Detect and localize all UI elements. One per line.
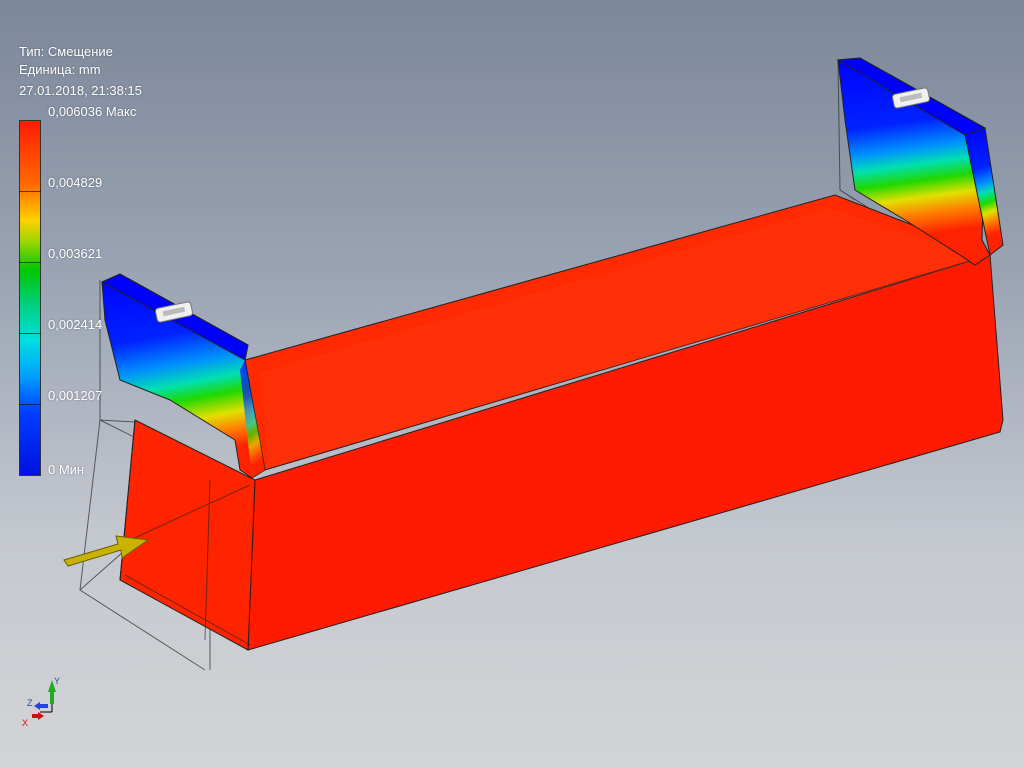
x-axis-label: X — [22, 718, 28, 728]
result-type-label: Тип: Смещение — [19, 44, 113, 59]
scale-label-min: 0 Мин — [48, 462, 85, 477]
scale-tick — [19, 262, 41, 263]
x-axis-icon — [38, 712, 44, 720]
scale-tick — [19, 191, 41, 192]
scale-label-max: 0,006036 Макс — [48, 104, 137, 119]
scale-label: 0,004829 — [48, 175, 103, 190]
y-axis-label: Y — [54, 676, 60, 686]
view-triad[interactable]: Y Z X — [14, 672, 64, 732]
graphics-viewport[interactable]: Тип: Смещение Единица: mm 27.01.2018, 21… — [0, 0, 1024, 768]
fea-model[interactable] — [0, 0, 1024, 768]
scale-label: 0,002414 — [48, 317, 103, 332]
scale-tick — [19, 333, 41, 334]
timestamp-label: 27.01.2018, 21:38:15 — [19, 83, 142, 98]
scale-tick — [19, 404, 41, 405]
color-scale-bar — [19, 120, 41, 476]
scale-label: 0,003621 — [48, 246, 103, 261]
z-axis-icon — [34, 702, 40, 710]
unit-label: Единица: mm — [19, 62, 101, 77]
z-axis-label: Z — [27, 698, 33, 708]
scale-label: 0,001207 — [48, 388, 103, 403]
